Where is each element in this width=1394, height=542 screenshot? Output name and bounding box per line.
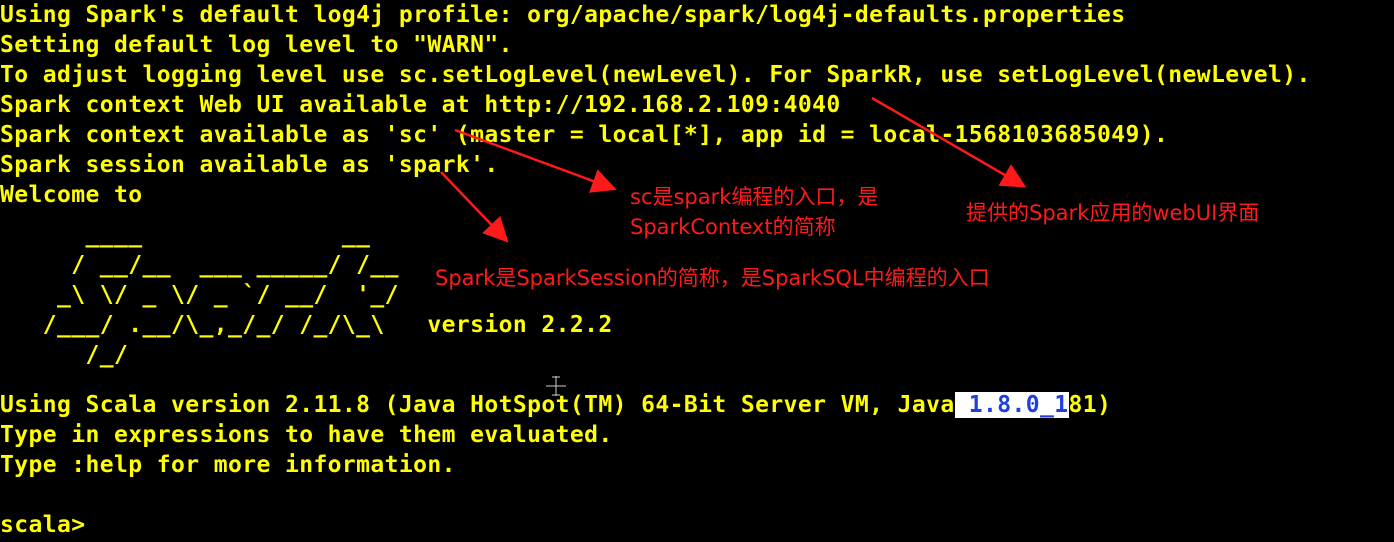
- terminal-line: Welcome to: [0, 182, 143, 208]
- arrow-spark: [440, 171, 509, 243]
- scala-version-text: Using Scala version 2.11.8 (Java HotSpot…: [0, 392, 955, 418]
- selected-text[interactable]: 1.8.0_1: [954, 392, 1069, 418]
- spark-logo-line: ____ __: [0, 222, 371, 248]
- terminal-line: Setting default log level to "WARN".: [0, 32, 513, 58]
- spark-logo-line: / __/__ ___ _____/ /__: [0, 252, 399, 278]
- scala-version-tail: 81): [1068, 392, 1112, 418]
- spark-logo-line: _\ \/ _ \/ _ `/ __/ '_/: [0, 282, 399, 308]
- terminal-line: Type in expressions to have them evaluat…: [0, 422, 613, 448]
- terminal-window[interactable]: Using Spark's default log4j profile: org…: [0, 0, 1394, 542]
- annotation-sc: sc是spark编程的入口，是 SparkContext的简称: [630, 185, 879, 239]
- text-cursor-icon: [546, 376, 566, 396]
- scala-prompt[interactable]: scala>: [0, 510, 85, 540]
- spark-logo-line: /_/: [0, 342, 129, 368]
- terminal-line: Spark context Web UI available at http:/…: [0, 92, 841, 118]
- annotation-webui: 提供的Spark应用的webUI界面: [966, 201, 1260, 225]
- terminal-line: Spark context available as 'sc' (master …: [0, 122, 1169, 148]
- annotation-spark: Spark是SparkSession的简称，是SparkSQL中编程的入口: [435, 266, 990, 290]
- terminal-line: Using Spark's default log4j profile: org…: [0, 2, 1126, 28]
- terminal-line: Spark session available as 'spark'.: [0, 152, 499, 178]
- spark-logo-line: /___/ .__/\_,_/_/ /_/\_\ version 2.2.2: [0, 312, 613, 338]
- terminal-line: Type :help for more information.: [0, 452, 456, 478]
- terminal-line: To adjust logging level use sc.setLogLev…: [0, 62, 1311, 88]
